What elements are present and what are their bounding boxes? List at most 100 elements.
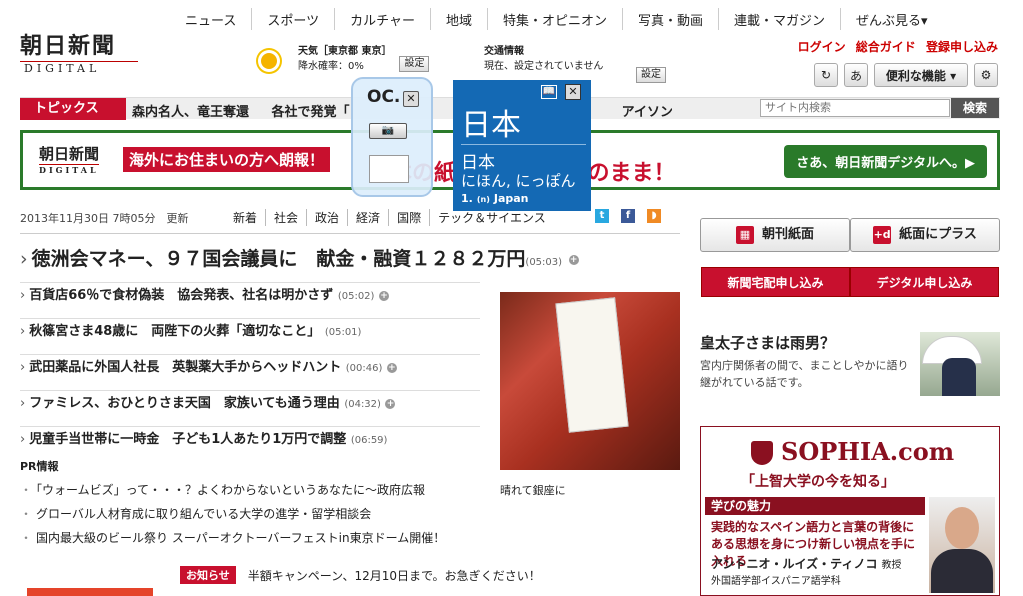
news-item[interactable]: › ファミレス、おひとりさま天国 家族いても通う理由 (04:32) + — [20, 390, 480, 426]
ad-person-name: アントニオ・ルイズ・ティノコ — [711, 557, 878, 571]
news-title[interactable]: 秋篠宮さま48歳に 両陛下の火葬「適切なこと」 — [29, 324, 320, 339]
user-links: ログイン 総合ガイド 登録申し込み — [792, 38, 998, 55]
news-item[interactable]: › 百貨店66％で食材偽装 協会発表、社名は明かさず (05:02) + — [20, 282, 480, 318]
news-title[interactable]: ファミレス、おひとりさま天国 家族いても通う理由 — [29, 396, 340, 411]
feature-description: 宮内庁関係者の間で、まことしやかに語り継がれている話です。 — [700, 359, 909, 389]
nav-news[interactable]: ニュース — [170, 8, 253, 30]
nav-photo-video[interactable]: 写真・動画 — [623, 8, 720, 30]
suit-shape — [931, 549, 993, 593]
nav-opinion[interactable]: 特集・オピニオン — [488, 8, 624, 30]
news-time: (05:02) — [337, 291, 375, 302]
weather-settings-button[interactable]: 設定 — [399, 56, 430, 72]
cat-international[interactable]: 国際 — [389, 209, 431, 226]
chevron-right-icon: › — [20, 248, 28, 270]
banner-cta-button[interactable]: さあ、朝日新聞デジタルへ。▶ — [784, 145, 987, 178]
chevron-right-icon: › — [20, 432, 26, 447]
traffic-settings-button[interactable]: 設定 — [636, 67, 666, 83]
ad-title: SOPHIA.com — [781, 437, 955, 466]
plus-icon[interactable]: + — [385, 398, 396, 409]
plus-icon[interactable]: + — [568, 254, 579, 265]
nav-sports[interactable]: スポーツ — [252, 8, 336, 30]
notice-text[interactable]: 半額キャンペーン、12月10日まで。お急ぎください！ — [248, 567, 541, 584]
nav-region[interactable]: 地域 — [431, 8, 488, 30]
banner-logo-sub: DIGITAL — [39, 164, 100, 175]
logo-main: 朝日新聞 — [20, 33, 117, 59]
topic-item[interactable]: アイソン彗星 — [622, 105, 672, 120]
gear-icon[interactable]: ⚙ — [974, 63, 998, 87]
search-input[interactable] — [760, 99, 950, 117]
photo-caption[interactable]: 晴れて銀座に — [500, 482, 566, 498]
cat-economy[interactable]: 経済 — [348, 209, 390, 226]
feature-title[interactable]: 皇太子さまは雨男？ — [700, 332, 835, 353]
chevron-right-icon: › — [20, 324, 26, 339]
plus-icon[interactable]: + — [386, 362, 397, 373]
morning-paper-label: 朝刊紙面 — [761, 227, 814, 242]
plus-icon[interactable]: + — [378, 290, 389, 301]
sun-icon — [252, 44, 286, 78]
paper-plus-button[interactable]: +d 紙面にプラス — [850, 218, 1000, 252]
def-number: 1. — [461, 192, 473, 205]
capture-selection[interactable] — [369, 155, 409, 183]
news-title[interactable]: 武田薬品に外国人社長 英製薬大手からヘッドハント — [29, 360, 341, 375]
cat-tech[interactable]: テック＆サイエンス — [430, 209, 554, 226]
camera-icon[interactable]: 📷 — [369, 123, 407, 139]
morning-paper-button[interactable]: ▦ 朝刊紙面 — [700, 218, 850, 252]
useful-features-button[interactable]: 便利な機能 ▾ — [874, 63, 968, 87]
close-icon[interactable]: ✕ — [403, 91, 419, 107]
crest-icon — [751, 441, 773, 465]
pr-title: PR情報 — [20, 460, 59, 473]
dictionary-popup[interactable]: 📖 ✕ 日本 日本 にほん, にっぽん 1. (n) Japan — [453, 80, 591, 211]
register-link[interactable]: 登録申し込み — [926, 40, 998, 54]
news-time: (05:01) — [324, 327, 362, 338]
news-photo[interactable] — [500, 292, 680, 470]
news-title[interactable]: 百貨店66％で食材偽装 協会発表、社名は明かさず — [29, 288, 333, 303]
news-item[interactable]: › 児童手当世帯に一時金 子ども1人あたり1万円で調整 (06:59) — [20, 426, 480, 462]
news-item[interactable]: › 秋篠宮さま48歳に 両陛下の火葬「適切なこと」 (05:01) — [20, 318, 480, 354]
ocr-title: OC. — [367, 87, 401, 107]
dictionary-definition: 1. (n) Japan — [461, 192, 529, 205]
weather-rain: 降水確率：0% — [298, 61, 364, 72]
news-title[interactable]: 児童手当世帯に一時金 子ども1人あたり1万円で調整 — [29, 432, 346, 447]
traffic-status: 現在、設定されていません — [484, 61, 604, 72]
cat-politics[interactable]: 政治 — [307, 209, 349, 226]
top-headline[interactable]: › 徳洲会マネー、９７国会議員に 献金・融資１２８２万円(05:03) + — [20, 244, 579, 271]
pr-item[interactable]: 「ウォームビズ」って・・・？よくわからないというあなたに～政府広報 — [20, 481, 480, 498]
site-logo[interactable]: 朝日新聞 DIGITAL — [20, 28, 138, 75]
digital-signup-button[interactable]: デジタル申し込み — [850, 267, 999, 297]
dictionary-word: 日本 — [461, 108, 586, 145]
dateline: 2013年11月30日 7時05分 更新 — [20, 212, 189, 225]
nav-culture[interactable]: カルチャー — [335, 8, 431, 30]
chevron-right-icon: › — [20, 396, 26, 411]
social-links: t f ◗ — [595, 209, 661, 223]
topic-item[interactable]: 森内名人、竜王奪還 — [132, 105, 249, 120]
ad-person: アントニオ・ルイズ・ティノコ 教授 — [711, 555, 901, 572]
traffic-label: 交通情報 — [484, 46, 524, 57]
refresh-icon[interactable]: ↻ — [814, 63, 838, 87]
feature-photo[interactable] — [920, 332, 1000, 396]
person-shape — [942, 358, 976, 396]
ocr-capture-popup[interactable]: OC. ✕ 📷 — [351, 77, 433, 197]
ad-person-role: 教授 — [881, 560, 902, 571]
facebook-icon[interactable]: f — [621, 209, 635, 223]
twitter-icon[interactable]: t — [595, 209, 609, 223]
cat-society[interactable]: 社会 — [266, 209, 308, 226]
delivery-signup-button[interactable]: 新聞宅配申し込み — [701, 267, 850, 297]
rss-icon[interactable]: ◗ — [647, 209, 661, 223]
close-icon[interactable]: ✕ — [565, 84, 581, 100]
cat-new[interactable]: 新着 — [233, 209, 267, 226]
pr-item[interactable]: 国内最大級のビール祭り スーパーオクトーバーフェストin東京ドーム開催！ — [20, 529, 480, 546]
nav-magazine[interactable]: 連載・マガジン — [719, 8, 842, 30]
topic-item[interactable]: 各社で発覚「 — [272, 105, 350, 120]
headline-time: (05:03) — [525, 257, 563, 268]
text-size-icon[interactable]: あ — [844, 63, 868, 87]
book-icon[interactable]: 📖 — [541, 85, 557, 99]
nav-all[interactable]: ぜんぶ見る▾ — [841, 8, 943, 30]
guide-link[interactable]: 総合ガイド — [856, 40, 916, 54]
news-item[interactable]: › 武田薬品に外国人社長 英製薬大手からヘッドハント (00:46) + — [20, 354, 480, 390]
login-link[interactable]: ログイン — [798, 40, 846, 54]
sophia-ad[interactable]: SOPHIA.com 「上智大学の今を知る」 学びの魅力 実践的なスペイン語力と… — [700, 426, 1000, 596]
search-button[interactable]: 検索 — [951, 98, 999, 118]
chevron-right-icon: › — [20, 360, 26, 375]
pr-item[interactable]: グローバル人材育成に取り組んでいる大学の進学・留学相談会 — [20, 505, 480, 522]
headline-text[interactable]: 徳洲会マネー、９７国会議員に 献金・融資１２８２万円 — [32, 248, 526, 270]
